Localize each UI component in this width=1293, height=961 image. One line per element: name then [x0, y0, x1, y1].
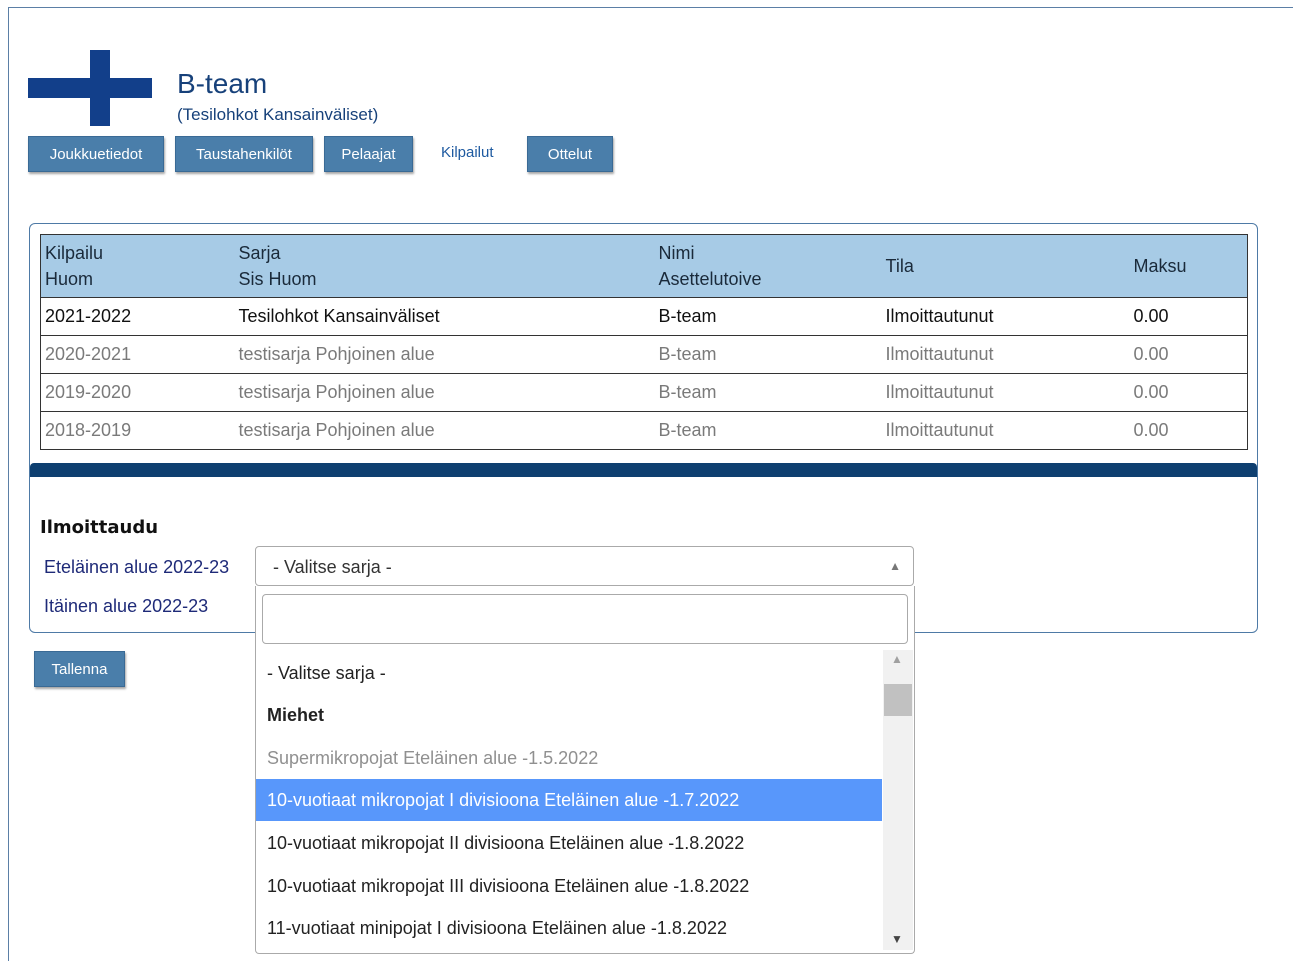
option-item[interactable]: 10-vuotiaat mikropojat III divisioona Et…: [256, 865, 882, 907]
option-item[interactable]: 10-vuotiaat mikropojat II divisioona Ete…: [256, 822, 882, 864]
nav-staff-button[interactable]: Taustahenkilöt: [175, 136, 313, 172]
option-group-men: Miehet: [267, 705, 325, 725]
cell-name: B-team: [654, 297, 882, 336]
cell-series: testisarja Pohjoinen alue: [234, 373, 655, 412]
series-select-value: - Valitse sarja -: [273, 557, 392, 577]
table-header-row: Kilpailu Huom Sarja Sis Huom Nimi Asettelut…: [40, 234, 1248, 298]
cell-series: testisarja Pohjoinen alue: [234, 335, 655, 374]
register-title: Ilmoittaudu: [40, 517, 159, 538]
option-placeholder[interactable]: - Valitse sarja -: [256, 652, 882, 694]
team-name: B-team: [177, 68, 268, 99]
header-series: Sarja Sis Huom: [234, 234, 655, 298]
cell-series: testisarja Pohjoinen alue: [234, 411, 655, 450]
caret-up-icon: ▲: [889, 559, 901, 573]
header-fee: Maksu: [1129, 234, 1248, 298]
series-select[interactable]: - Valitse sarja - ▲: [255, 546, 914, 586]
series-dropdown: - Valitse sarja - Miehet Supermikropojat…: [255, 586, 915, 954]
nav-competitions-link[interactable]: Kilpailut: [441, 144, 494, 161]
cell-season: 2018-2019: [40, 411, 235, 450]
section-divider: [30, 463, 1257, 477]
competitions-table: Kilpailu Huom Sarja Sis Huom Nimi Asettelut…: [40, 234, 1248, 450]
scroll-down-icon[interactable]: ▼: [891, 932, 903, 946]
cell-season: 2020-2021: [40, 335, 235, 374]
nav-players-button[interactable]: Pelaajat: [324, 136, 413, 172]
cell-fee: 0.00: [1129, 297, 1248, 336]
nav-team-info-button[interactable]: Joukkuetiedot: [28, 136, 164, 172]
scroll-up-icon[interactable]: ▲: [891, 652, 903, 666]
cell-season: 2019-2020: [40, 373, 235, 412]
region-label-south: Eteläinen alue 2022-23: [44, 557, 230, 577]
region-label-east: Itäinen alue 2022-23: [44, 596, 209, 616]
cell-name: B-team: [654, 411, 882, 450]
cell-status: Ilmoittautunut: [881, 373, 1130, 412]
save-button[interactable]: Tallenna: [34, 651, 125, 687]
table-row[interactable]: 2018-2019 testisarja Pohjoinen alue B-te…: [40, 411, 1248, 450]
cell-status: Ilmoittautunut: [881, 411, 1130, 450]
scroll-thumb[interactable]: [884, 684, 912, 716]
flag-cross-vertical: [90, 50, 110, 126]
team-subtitle: (Tesilohkot Kansainväliset): [177, 105, 379, 124]
table-row[interactable]: 2020-2021 testisarja Pohjoinen alue B-te…: [40, 335, 1248, 374]
option-item-highlighted[interactable]: 10-vuotiaat mikropojat I divisioona Etel…: [256, 779, 882, 821]
cell-status: Ilmoittautunut: [881, 297, 1130, 336]
cell-fee: 0.00: [1129, 411, 1248, 450]
dropdown-scrollbar[interactable]: ▲ ▼: [883, 650, 913, 950]
cell-fee: 0.00: [1129, 335, 1248, 374]
header-name: Nimi Asettelutoive: [654, 234, 882, 298]
cell-season: 2021-2022: [40, 297, 235, 336]
cell-name: B-team: [654, 335, 882, 374]
table-row[interactable]: 2019-2020 testisarja Pohjoinen alue B-te…: [40, 373, 1248, 412]
cell-fee: 0.00: [1129, 373, 1248, 412]
header-competition: Kilpailu Huom: [40, 234, 235, 298]
table-row[interactable]: 2021-2022 Tesilohkot Kansainväliset B-te…: [40, 297, 1248, 336]
finland-flag-logo: [28, 50, 152, 126]
header-status: Tila: [881, 234, 1130, 298]
option-item: Supermikropojat Eteläinen alue -1.5.2022: [267, 748, 599, 768]
nav-matches-button[interactable]: Ottelut: [527, 136, 613, 172]
cell-series: Tesilohkot Kansainväliset: [234, 297, 655, 336]
series-search-input[interactable]: [262, 594, 908, 644]
cell-status: Ilmoittautunut: [881, 335, 1130, 374]
cell-name: B-team: [654, 373, 882, 412]
option-item[interactable]: 11-vuotiaat minipojat I divisioona Etelä…: [256, 907, 882, 949]
